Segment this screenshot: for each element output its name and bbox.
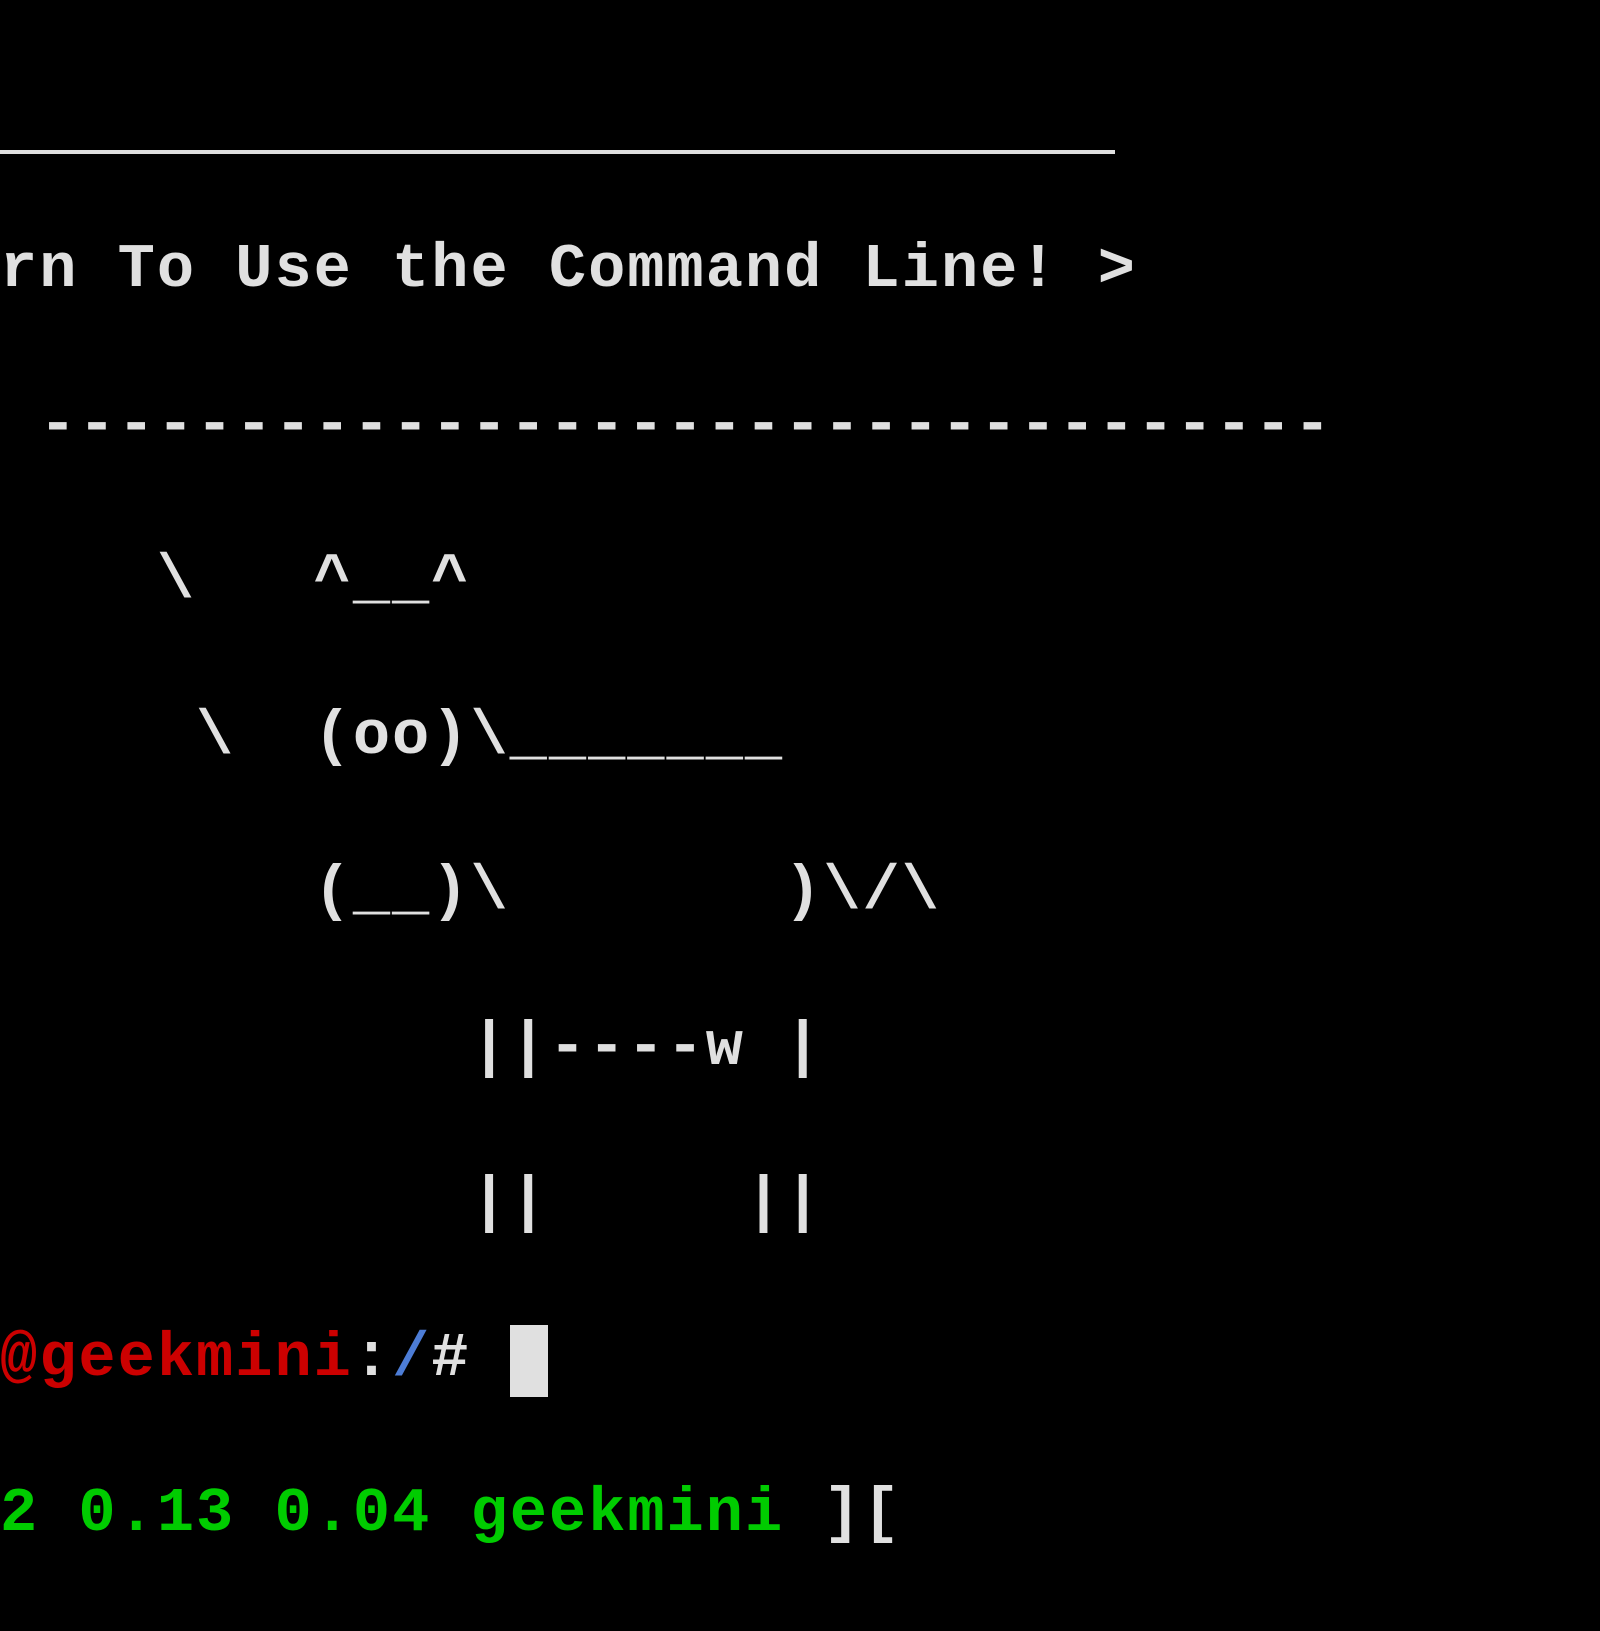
prompt-symbol: #	[431, 1320, 509, 1398]
status-bar: 2 0.13 0.04 geekmini ][	[0, 1475, 1600, 1553]
cowsay-art-1: \ ^__^	[0, 542, 1600, 620]
cowsay-art-2: \ (oo)\_______	[0, 698, 1600, 776]
cowsay-top-border	[0, 150, 1115, 154]
prompt-path: /	[392, 1320, 431, 1398]
cowsay-message-line: rn To Use the Command Line! >	[0, 231, 1600, 309]
prompt-user-host: @geekmini	[0, 1320, 353, 1398]
status-load-2: 0.13	[39, 1475, 235, 1553]
cowsay-art-4: ||----w |	[0, 1009, 1600, 1087]
status-load-1: 2	[0, 1475, 39, 1553]
cursor-block[interactable]	[510, 1325, 548, 1397]
shell-prompt[interactable]: @geekmini:/#	[0, 1320, 1600, 1398]
cowsay-bottom-border: ---------------------------------	[0, 387, 1600, 465]
cowsay-art-3: (__)\ )\/\	[0, 853, 1600, 931]
terminal-output: rn To Use the Command Line! > ----------…	[0, 0, 1600, 1631]
cowsay-art-5: || ||	[0, 1164, 1600, 1242]
status-load-3: 0.04	[235, 1475, 470, 1553]
status-hostname: geekmini	[471, 1475, 824, 1553]
status-bracket: ][	[823, 1475, 901, 1553]
prompt-separator: :	[353, 1320, 392, 1398]
